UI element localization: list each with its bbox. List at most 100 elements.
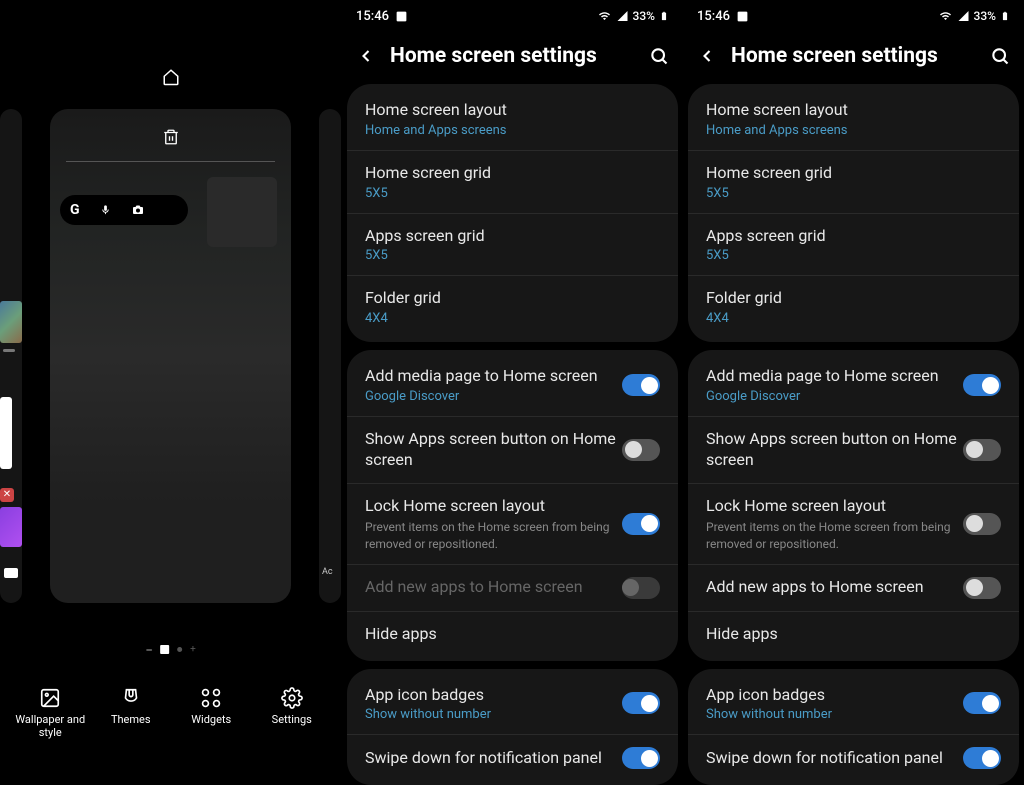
add-new-apps-row[interactable]: Add new apps to Home screen [688,565,1019,612]
trash-icon[interactable] [162,127,180,151]
page-title: Home screen settings [731,44,976,68]
widget-line [3,349,15,352]
icon-badges-toggle[interactable] [963,692,1001,714]
apps-button-toggle[interactable] [963,439,1001,461]
apps-button-toggle[interactable] [622,439,660,461]
widget-purple [0,507,22,547]
battery-icon [659,9,669,23]
icon-badges-row[interactable]: App icon badges Show without number [347,673,678,736]
hide-apps-row[interactable]: Hide apps [347,612,678,657]
setting-value: Google Discover [365,389,622,404]
setting-title: Home screen layout [365,100,660,121]
add-new-apps-toggle[interactable] [963,577,1001,599]
media-page-toggle[interactable] [622,374,660,396]
apps-screen-grid-row[interactable]: Apps screen grid 5X5 [688,214,1019,277]
battery-percent: 33% [974,9,996,23]
media-page-row[interactable]: Add media page to Home screen Google Dis… [688,354,1019,417]
setting-value: Home and Apps screens [365,123,660,138]
search-icon[interactable] [649,46,669,66]
add-new-apps-toggle [622,577,660,599]
page-preview-current[interactable]: G [50,109,291,603]
home-screen-layout-row[interactable]: Home screen layout Home and Apps screens [688,88,1019,151]
settings-group-3: App icon badges Show without number Swip… [347,669,678,785]
search-icon[interactable] [990,46,1010,66]
swipe-down-row[interactable]: Swipe down for notification panel [347,735,678,781]
page-preview-prev[interactable]: ✕ [0,109,22,603]
lock-layout-row[interactable]: Lock Home screen layout Prevent items on… [347,484,678,565]
setting-title: App icon badges [706,685,963,706]
setting-title: Home screen grid [365,163,660,184]
setting-title: Home screen grid [706,163,1001,184]
google-logo: G [70,202,80,218]
status-time: 15:46 [356,9,389,24]
toolbar-label: Widgets [191,713,231,726]
folder-grid-row[interactable]: Folder grid 4X4 [347,276,678,338]
wallpaper-button[interactable]: Wallpaper and style [15,687,85,739]
editor-toolbar: Wallpaper and style Themes Widgets Setti… [0,687,342,739]
widget-x-icon: ✕ [0,488,14,502]
apps-button-row[interactable]: Show Apps screen button on Home screen [688,417,1019,484]
swipe-down-toggle[interactable] [622,747,660,769]
setting-title: Add media page to Home screen [365,366,622,387]
dot-active [160,645,169,654]
setting-title: Folder grid [365,288,660,309]
add-page-icon: + [190,644,196,655]
setting-title: Apps screen grid [706,226,1001,247]
apps-button-row[interactable]: Show Apps screen button on Home screen [347,417,678,484]
editor-carousel[interactable]: ✕ G Ac [0,102,342,610]
home-icon[interactable] [162,68,180,90]
media-page-row[interactable]: Add media page to Home screen Google Dis… [347,354,678,417]
setting-value: 5X5 [365,248,660,263]
setting-title: Show Apps screen button on Home screen [365,429,622,471]
header: Home screen settings [342,32,683,84]
setting-title: Swipe down for notification panel [365,748,622,769]
settings-group-3: App icon badges Show without number Swip… [688,669,1019,785]
back-icon[interactable] [697,46,717,66]
icon-badges-row[interactable]: App icon badges Show without number [688,673,1019,736]
home-screen-grid-row[interactable]: Home screen grid 5X5 [347,151,678,214]
themes-button[interactable]: Themes [96,687,166,739]
partial-text: Ac [322,567,333,577]
setting-title: Show Apps screen button on Home screen [706,429,963,471]
hide-apps-row[interactable]: Hide apps [688,612,1019,657]
home-screen-layout-row[interactable]: Home screen layout Home and Apps screens [347,88,678,151]
setting-title: Hide apps [706,624,1001,645]
image-icon [736,10,749,23]
swipe-down-toggle[interactable] [963,747,1001,769]
swipe-down-row[interactable]: Swipe down for notification panel [688,735,1019,781]
widget-placeholder[interactable] [207,177,277,247]
settings-panel-3: 15:46 33% Home screen settings Home scre… [683,0,1024,759]
lock-layout-toggle[interactable] [963,513,1001,535]
wifi-icon [938,10,953,22]
setting-title: Folder grid [706,288,1001,309]
icon-badges-toggle[interactable] [622,692,660,714]
wifi-icon [597,10,612,22]
settings-button[interactable]: Settings [257,687,327,739]
dot [146,649,152,651]
setting-title: App icon badges [365,685,622,706]
setting-title: Apps screen grid [365,226,660,247]
setting-value: 4X4 [365,311,660,326]
widget-white [0,397,12,469]
settings-group-2: Add media page to Home screen Google Dis… [688,350,1019,660]
lock-layout-toggle[interactable] [622,513,660,535]
media-page-toggle[interactable] [963,374,1001,396]
header: Home screen settings [683,32,1024,84]
google-search-widget[interactable]: G [60,195,188,225]
setting-desc: Prevent items on the Home screen from be… [706,519,963,551]
home-screen-grid-row[interactable]: Home screen grid 5X5 [688,151,1019,214]
page-title: Home screen settings [390,44,635,68]
toolbar-label: Settings [272,713,312,726]
lock-layout-row[interactable]: Lock Home screen layout Prevent items on… [688,484,1019,565]
widgets-button[interactable]: Widgets [176,687,246,739]
setting-value: Google Discover [706,389,963,404]
back-icon[interactable] [356,46,376,66]
page-preview-next[interactable]: Ac [319,109,341,603]
apps-screen-grid-row[interactable]: Apps screen grid 5X5 [347,214,678,277]
setting-value: Show without number [365,707,622,722]
setting-desc: Prevent items on the Home screen from be… [365,519,622,551]
page-indicator[interactable]: + [146,644,196,655]
status-bar: 15:46 33% [342,0,683,32]
folder-grid-row[interactable]: Folder grid 4X4 [688,276,1019,338]
mic-icon [100,203,111,217]
